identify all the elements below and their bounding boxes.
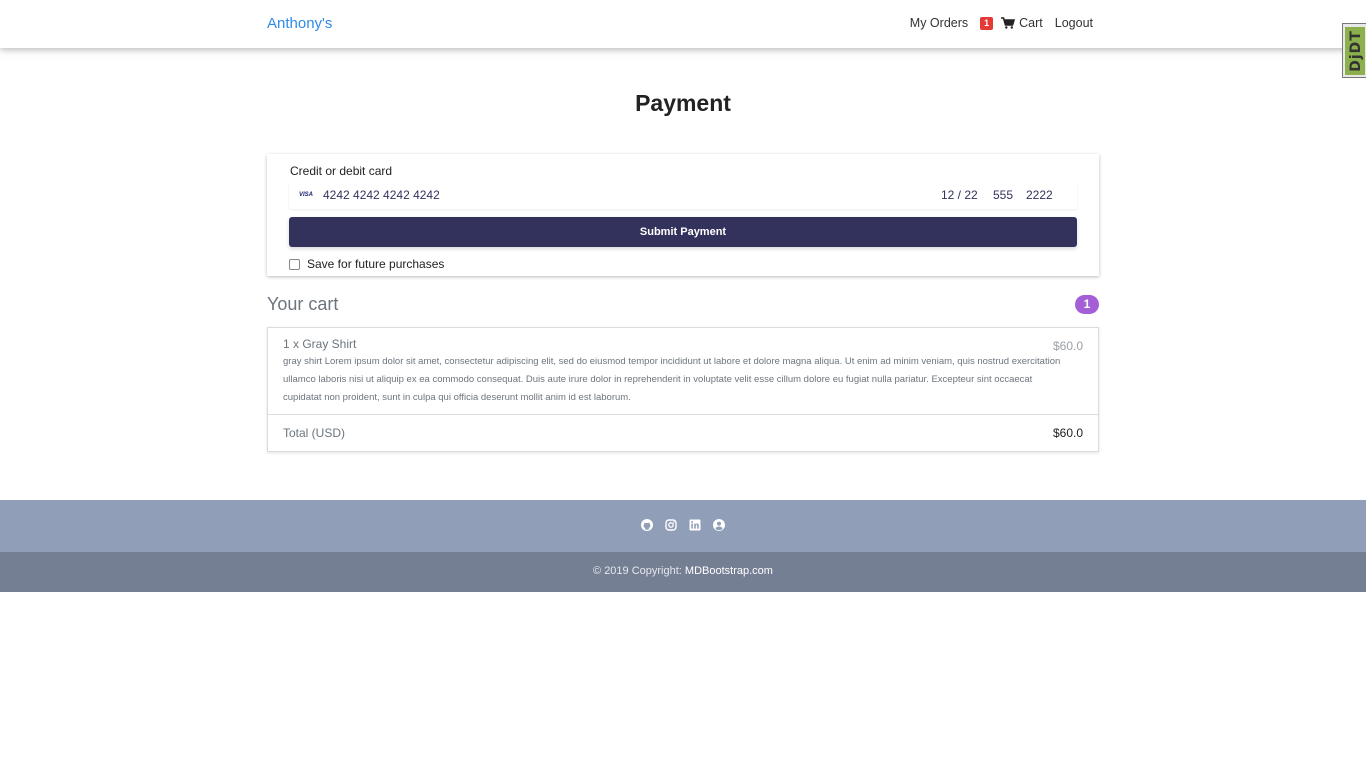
save-card-checkbox[interactable] <box>289 258 300 270</box>
debug-toolbar-handle[interactable]: DjDT <box>1342 23 1366 78</box>
save-card-label[interactable]: Save for future purchases <box>307 257 444 271</box>
user-circle-icon[interactable] <box>713 519 725 531</box>
page-title: Payment <box>635 90 731 116</box>
navbar: Anthony's My Orders 1 Cart Logout <box>0 0 1366 48</box>
card-cvc-field[interactable]: 555 <box>993 188 1013 202</box>
cart-link[interactable]: Cart <box>1019 16 1043 30</box>
card-element[interactable]: VISA 4242 4242 4242 4242 12 / 22 555 222… <box>289 181 1077 209</box>
total-value: $60.0 <box>1052 426 1083 440</box>
footer-copyright: © 2019 Copyright: MDBootstrap.com <box>0 552 1366 592</box>
submit-payment-button[interactable]: Submit Payment <box>289 217 1077 247</box>
my-orders-link[interactable]: My Orders <box>910 16 968 30</box>
github-icon[interactable] <box>641 519 653 531</box>
total-label: Total (USD) <box>283 426 346 440</box>
footer-social <box>0 500 1366 552</box>
payment-form: Credit or debit card VISA 4242 4242 4242… <box>267 154 1099 276</box>
save-card-row: Save for future purchases <box>289 257 444 271</box>
cart-count-badge: 1 <box>980 16 994 30</box>
brand-link[interactable]: Anthony's <box>267 15 332 32</box>
copyright-link[interactable]: MDBootstrap.com <box>685 565 773 577</box>
item-description: gray shirt Lorem ipsum dolor sit amet, c… <box>283 356 1061 403</box>
instagram-icon[interactable] <box>665 519 677 531</box>
copyright-prefix: © 2019 Copyright: <box>593 565 682 577</box>
visa-icon: VISA <box>299 192 314 198</box>
cart-icon[interactable] <box>1001 17 1016 29</box>
card-zip-field[interactable]: 2222 <box>1026 188 1053 202</box>
cart-title: Your cart <box>267 294 339 314</box>
card-number-field[interactable]: 4242 4242 4242 4242 <box>323 188 440 202</box>
cart-summary: 1 x Gray Shirt $60.0 gray shirt Lorem ip… <box>267 327 1099 452</box>
item-name: 1 x Gray Shirt <box>283 337 357 351</box>
divider <box>268 414 1098 415</box>
copyright-text: © 2019 Copyright: MDBootstrap.com <box>0 565 1366 577</box>
social-icons <box>0 519 1366 531</box>
card-expiry-field[interactable]: 12 / 22 <box>941 188 978 202</box>
debug-toolbar-logo: DjDT <box>1345 27 1365 75</box>
linkedin-icon[interactable] <box>689 519 701 531</box>
card-label: Credit or debit card <box>290 164 393 178</box>
cart-items-badge: 1 <box>1075 295 1099 314</box>
debug-toolbar-label: DjDT <box>1348 30 1364 72</box>
nav-links: My Orders 1 Cart Logout <box>910 16 1093 30</box>
logout-link[interactable]: Logout <box>1055 16 1093 30</box>
item-price: $60.0 <box>1052 339 1083 353</box>
